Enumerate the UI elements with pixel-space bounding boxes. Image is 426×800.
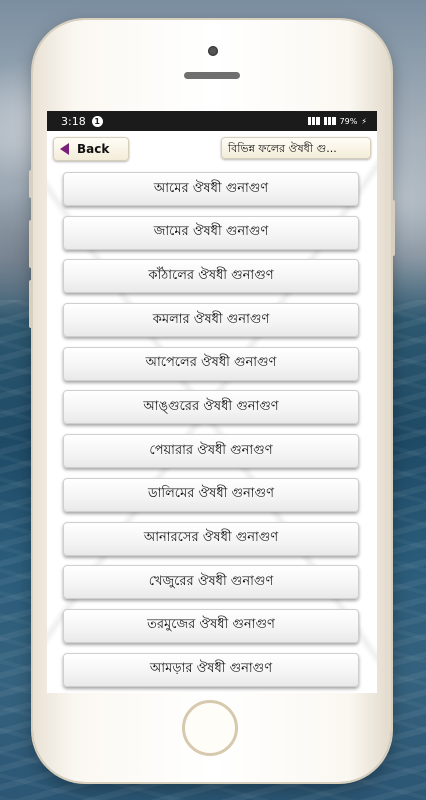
toolbar: Back বিভিন্ন ফলের ঔষধী গু... (47, 131, 377, 165)
main-content: Back বিভিন্ন ফলের ঔষধী গু... আমের ঔষধী গ… (47, 131, 377, 693)
front-camera (208, 46, 218, 56)
status-bar: 3:18 1 79% ⚡ (47, 111, 377, 131)
phone-frame: 3:18 1 79% ⚡ Back বিভিন্ন ফলের ঔষধী গু..… (29, 20, 395, 782)
list-item[interactable]: পেয়ারার ঔষধী গুনাগুণ (63, 434, 359, 469)
list-item[interactable]: তরমুজের ঔষধী গুনাগুণ (63, 608, 359, 643)
list-item[interactable]: ডালিমের ঔষধী গুনাগুণ (63, 477, 359, 512)
list-item[interactable]: আপেলের ঔষধী গুনাগুণ (63, 346, 359, 381)
power-button (391, 200, 395, 256)
list-item[interactable]: জামের ঔষধী গুনাগুণ (63, 215, 359, 250)
mute-switch (29, 170, 33, 198)
notification-badge: 1 (91, 115, 103, 127)
battery-percent: 79% (339, 116, 358, 126)
list-item[interactable]: আমড়ার ঔষধী গুনাগুণ (63, 652, 359, 687)
list-item[interactable]: আমের ঔষধী গুনাগুণ (63, 172, 359, 206)
home-button[interactable] (182, 700, 238, 756)
signal-icon (307, 117, 320, 125)
signal-icon (323, 117, 336, 125)
volume-up-button (29, 220, 33, 268)
status-icons: 79% ⚡ (307, 116, 367, 126)
list-item[interactable]: আঙ্গুরের ঔষধী গুনাগুণ (63, 390, 359, 425)
list-item[interactable]: খেজুরের ঔষধী গুনাগুণ (63, 565, 359, 600)
status-time: 3:18 (61, 114, 86, 128)
list-item[interactable]: কমলার ঔষধী গুনাগুণ (63, 303, 359, 338)
back-arrow-icon (60, 143, 69, 155)
list-item[interactable]: আনারসের ঔষধী গুনাগুণ (63, 521, 359, 556)
screen: 3:18 1 79% ⚡ Back বিভিন্ন ফলের ঔষধী গু..… (47, 111, 377, 693)
fruit-list: আমের ঔষধী গুনাগুণ জামের ঔষধী গুনাগুণ কাঁ… (63, 172, 359, 693)
volume-down-button (29, 280, 33, 328)
back-label: Back (77, 142, 110, 156)
back-button[interactable]: Back (53, 137, 129, 161)
list-item[interactable]: কাঁঠালের ঔষধী গুনাগুণ (63, 259, 359, 294)
earpiece-speaker (184, 72, 240, 79)
page-title[interactable]: বিভিন্ন ফলের ঔষধী গু... (221, 137, 371, 159)
charging-icon: ⚡ (361, 116, 367, 126)
